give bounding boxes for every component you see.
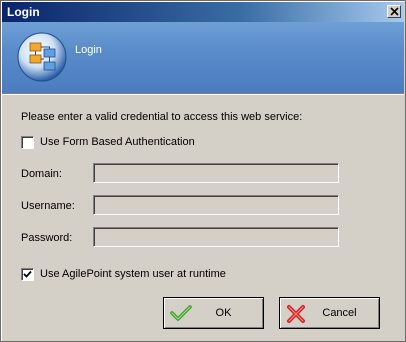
header-divider (2, 93, 404, 95)
login-dialog: Login Login Please enter a valid credent… (0, 0, 406, 342)
system-user-checkbox[interactable] (21, 267, 34, 281)
checkmark-icon (170, 305, 192, 321)
banner-title: Login (75, 44, 102, 56)
close-button[interactable] (387, 5, 401, 18)
title-bar: Login (2, 2, 404, 22)
form-auth-label: Use Form Based Authentication (40, 136, 195, 148)
x-icon (287, 305, 305, 323)
form-auth-row[interactable]: Use Form Based Authentication (21, 135, 195, 149)
cancel-label: Cancel (322, 307, 357, 319)
username-field[interactable] (93, 195, 339, 215)
ok-label: OK (215, 307, 232, 319)
ok-button[interactable]: OK (163, 297, 264, 329)
close-icon (390, 7, 399, 16)
instruction-text: Please enter a valid credential to acces… (21, 111, 303, 123)
cancel-button[interactable]: Cancel (279, 297, 380, 329)
checkmark-icon (23, 270, 32, 278)
window-title: Login (7, 5, 40, 19)
header-banner: Login (2, 22, 404, 93)
system-user-label: Use AgilePoint system user at runtime (40, 268, 226, 280)
password-label: Password: (21, 232, 73, 244)
domain-label: Domain: (21, 168, 62, 180)
password-field[interactable] (93, 227, 339, 247)
domain-field[interactable] (93, 163, 339, 183)
network-diagram-icon (17, 32, 67, 82)
form-auth-checkbox[interactable] (21, 135, 34, 149)
system-user-row[interactable]: Use AgilePoint system user at runtime (21, 267, 226, 281)
username-label: Username: (21, 200, 75, 212)
